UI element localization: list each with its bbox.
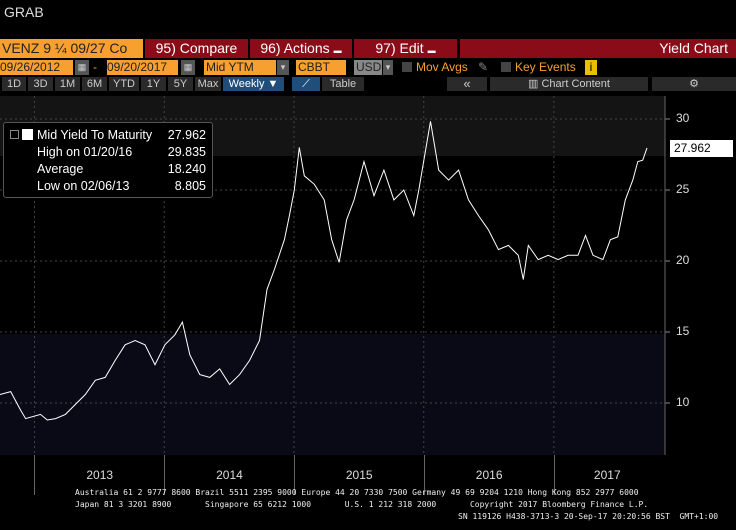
function-title: Yield Chart xyxy=(460,39,736,58)
mov-avgs-label: Mov Avgs xyxy=(416,60,468,74)
y-tick-label: 15 xyxy=(676,324,690,338)
legend-row-low: Low on 02/06/13 8.805 xyxy=(37,178,206,194)
calendar-icon[interactable]: ▦ xyxy=(181,60,195,75)
legend-row-high: High on 01/20/16 29.835 xyxy=(37,144,206,160)
key-events-checkbox[interactable] xyxy=(501,62,511,72)
period-1m[interactable]: 1M xyxy=(55,77,80,91)
legend-row-average: Average 18.240 xyxy=(37,161,206,177)
dropdown-icon: ▬ xyxy=(427,46,436,55)
legend-label: Average xyxy=(37,162,84,176)
security-field[interactable]: VENZ 9 ¼ 09/27 Co xyxy=(0,39,143,58)
pencil-icon[interactable]: ✎ xyxy=(478,60,488,75)
collapse-icon[interactable] xyxy=(10,130,19,139)
legend-value: 8.805 xyxy=(174,179,206,193)
footer-contacts-1: Australia 61 2 9777 8600 Brazil 5511 239… xyxy=(75,488,639,497)
period-ytd[interactable]: YTD xyxy=(109,77,139,91)
period-3d[interactable]: 3D xyxy=(28,77,53,91)
legend-label: Low on 02/06/13 xyxy=(37,179,130,193)
chart-content-button[interactable]: ▥ Chart Content xyxy=(490,77,648,91)
x-tick-label: 2013 xyxy=(86,468,114,482)
period-max[interactable]: Max xyxy=(195,77,221,91)
x-tick-label: 2015 xyxy=(345,468,373,482)
dropdown-icon: ▬ xyxy=(333,46,342,55)
currency-select[interactable]: USD xyxy=(354,60,382,75)
calendar-icon[interactable]: ▦ xyxy=(75,60,89,75)
edit-menu[interactable]: 97) Edit ▬ xyxy=(354,39,457,58)
dropdown-icon[interactable]: ▾ xyxy=(383,60,393,75)
bar-chart-icon: ▥ xyxy=(528,78,542,90)
table-button[interactable]: Table xyxy=(322,77,364,91)
end-date-input[interactable]: 09/20/2017 xyxy=(107,60,178,75)
x-tick-mark xyxy=(34,455,36,495)
actions-label: 96) Actions xyxy=(260,40,330,56)
collapse-button[interactable]: « xyxy=(447,77,487,91)
line-chart-icon[interactable]: ⟋ xyxy=(292,77,320,91)
date-separator: - xyxy=(93,60,97,74)
legend-value: 29.835 xyxy=(167,145,206,159)
frequency-select[interactable]: Weekly ▼ xyxy=(223,77,284,91)
period-5y[interactable]: 5Y xyxy=(168,77,193,91)
footer-contacts-2: Japan 81 3 3201 8900 Singapore 65 6212 1… xyxy=(75,500,649,509)
chart-content-label: Chart Content xyxy=(541,78,610,90)
x-tick-label: 2014 xyxy=(216,468,243,482)
y-tick-label: 25 xyxy=(676,182,690,196)
field-select[interactable]: Mid YTM xyxy=(204,60,276,75)
x-tick-label: 2016 xyxy=(475,468,503,482)
mov-avgs-checkbox[interactable] xyxy=(402,62,412,72)
x-tick-label: 2017 xyxy=(593,468,621,482)
legend-label: High on 01/20/16 xyxy=(37,145,133,159)
legend-label: Mid Yield To Maturity xyxy=(37,128,153,142)
source-input[interactable]: CBBT xyxy=(296,60,346,75)
key-events-label: Key Events xyxy=(515,60,576,74)
period-6m[interactable]: 6M xyxy=(82,77,107,91)
current-value-label: 27.962 xyxy=(670,140,733,157)
start-date-input[interactable]: 09/26/2012 xyxy=(0,60,73,75)
legend: Mid Yield To Maturity 27.962 High on 01/2… xyxy=(3,122,213,198)
info-icon[interactable]: i xyxy=(585,60,597,75)
window-title: GRAB xyxy=(4,4,44,20)
compare-button[interactable]: 95) Compare xyxy=(145,39,248,58)
legend-value: 18.240 xyxy=(167,162,206,176)
footer-session: SN 119126 H438-3713-3 20-Sep-17 20:20:56… xyxy=(458,512,719,521)
y-tick-label: 20 xyxy=(676,253,690,267)
period-1y[interactable]: 1Y xyxy=(141,77,166,91)
band-bottom xyxy=(0,334,665,455)
period-1d[interactable]: 1D xyxy=(2,77,26,91)
dropdown-icon[interactable]: ▾ xyxy=(277,60,289,75)
y-tick-label: 30 xyxy=(676,111,690,125)
edit-label: 97) Edit xyxy=(375,40,424,56)
settings-icon[interactable]: ⚙ xyxy=(652,77,736,91)
legend-value: 27.962 xyxy=(167,128,206,142)
series-swatch xyxy=(22,129,33,140)
y-tick-label: 10 xyxy=(676,395,690,409)
legend-row-series: Mid Yield To Maturity 27.962 xyxy=(37,127,206,143)
actions-menu[interactable]: 96) Actions ▬ xyxy=(250,39,352,58)
